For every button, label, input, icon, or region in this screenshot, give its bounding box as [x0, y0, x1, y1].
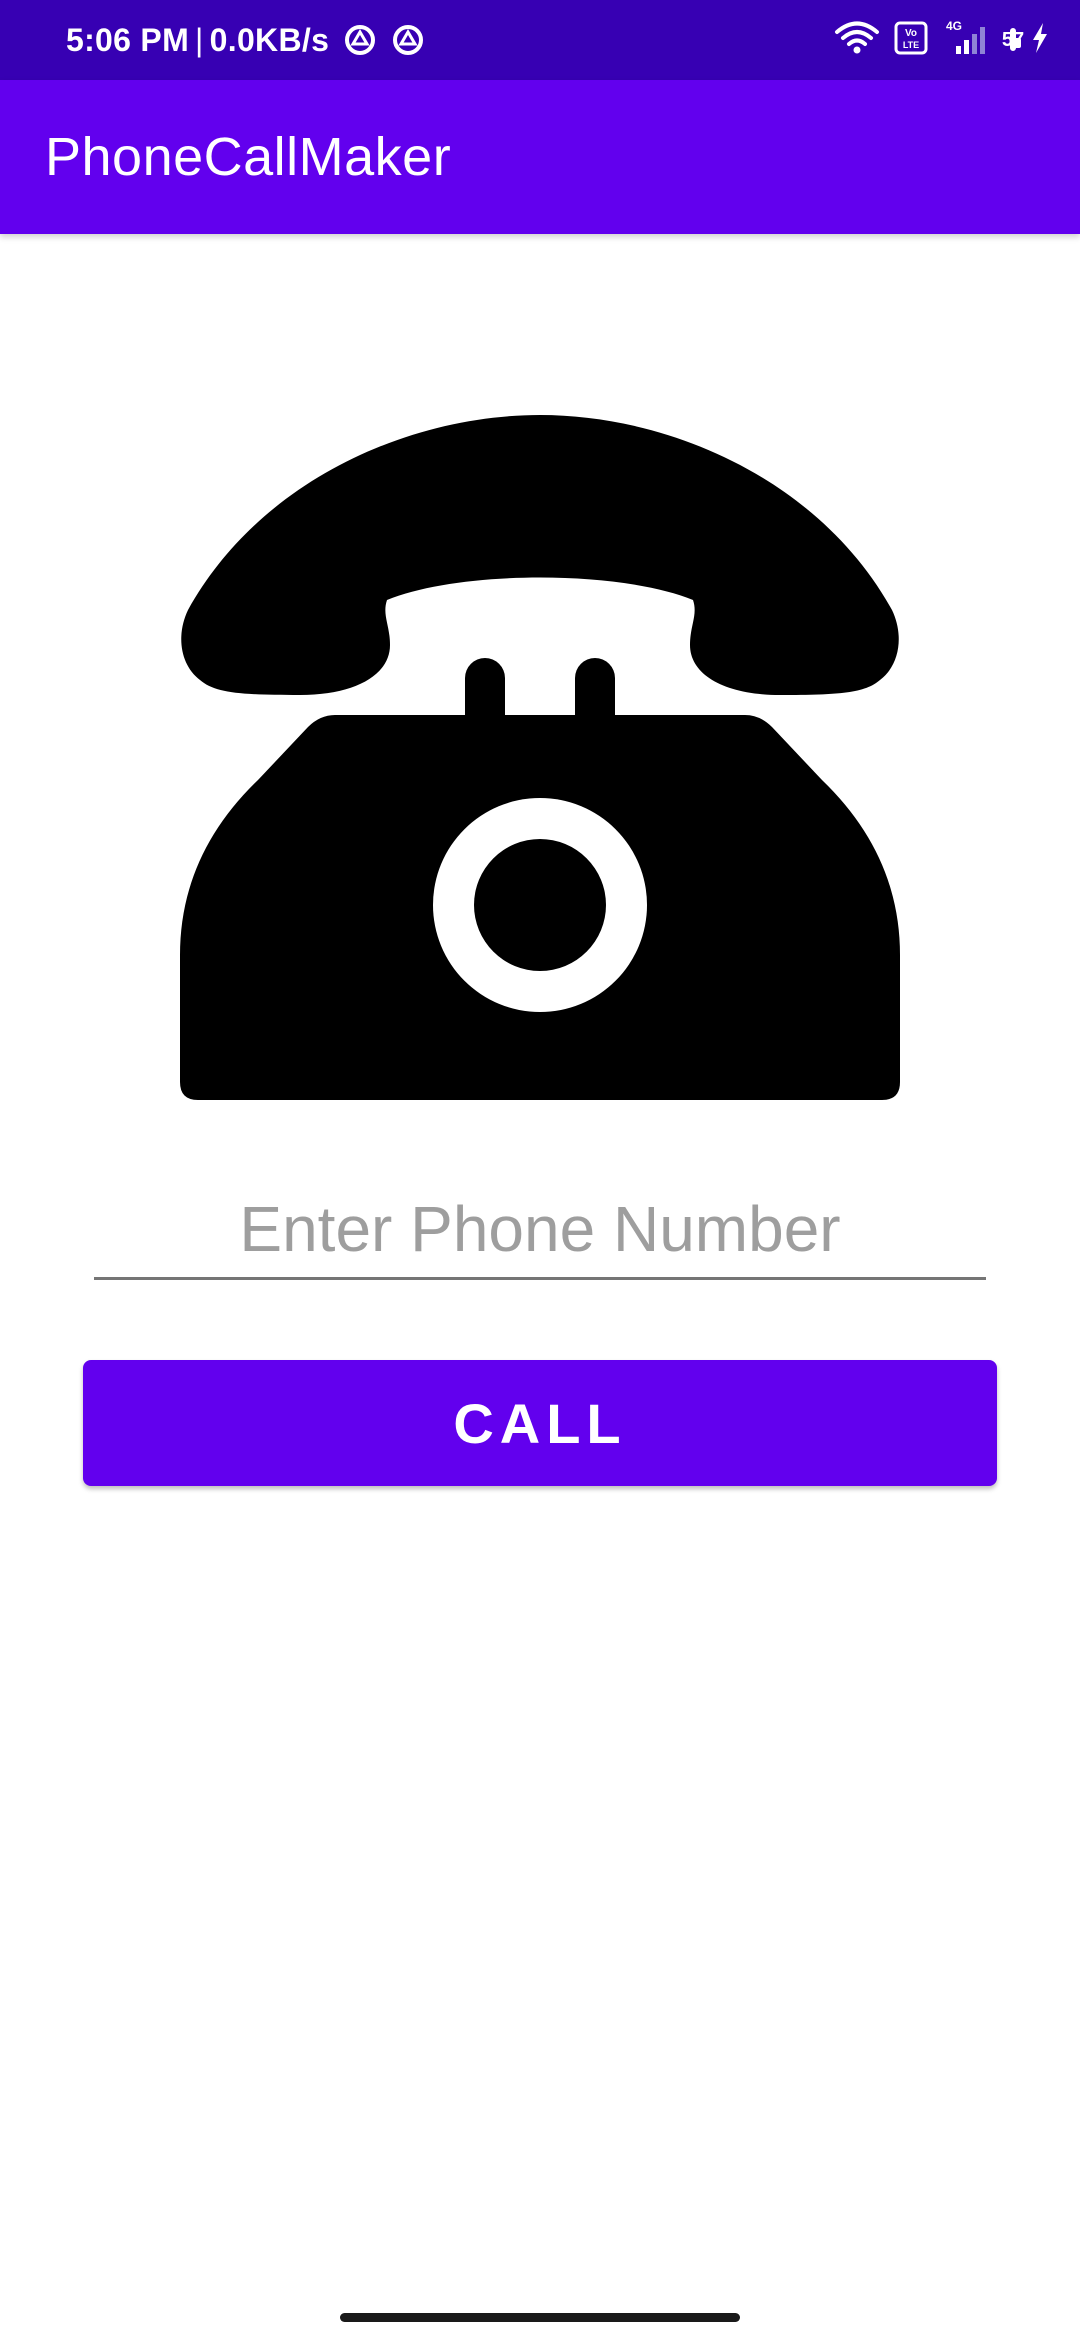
volte-label: Vo [905, 28, 917, 39]
app-title: PhoneCallMaker [45, 127, 452, 187]
status-right: Vo LTE 4G 57 [834, 0, 1050, 80]
status-bar: 5:06 PM | 0.0KB/s Vo LTE 4G 57 [0, 0, 1080, 80]
status-time: 5:06 PM [66, 21, 190, 58]
wifi-icon [834, 21, 880, 60]
phone-number-input[interactable] [94, 1180, 986, 1280]
nav-gesture-handle[interactable] [340, 2313, 740, 2322]
status-separator: | [195, 21, 204, 58]
network-speed: 0.0KB/s [209, 21, 330, 58]
status-left: 5:06 PM | 0.0KB/s [66, 0, 425, 80]
cell-signal-icon: 4G [942, 18, 990, 63]
vpn-circle-icon [391, 23, 425, 57]
vpn-circle-icon [343, 23, 377, 57]
screen: 5:06 PM | 0.0KB/s Vo LTE 4G 57 PhoneCall… [0, 0, 1080, 2340]
battery-icon: 57 [1001, 28, 1025, 51]
network-type: 4G [946, 19, 962, 33]
app-bar: PhoneCallMaker [0, 80, 1080, 234]
telephone-icon [180, 400, 900, 1100]
call-button[interactable]: CALL [83, 1360, 997, 1486]
volte-icon: Vo LTE [894, 21, 928, 60]
svg-text:LTE: LTE [903, 40, 919, 50]
charging-icon [1030, 21, 1050, 60]
